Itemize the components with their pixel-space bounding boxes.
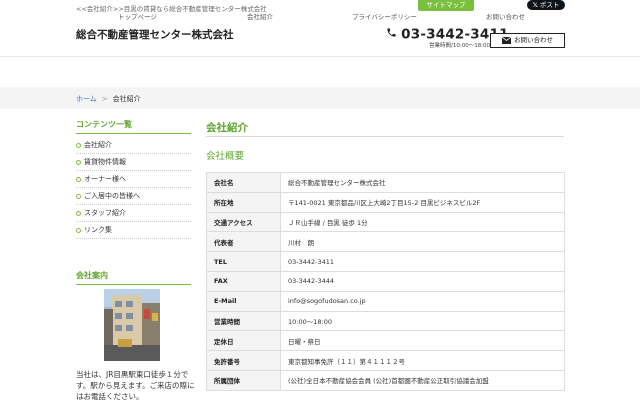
breadcrumb-home[interactable]: ホーム xyxy=(76,95,97,103)
building-photo xyxy=(104,289,160,361)
table-row: 営業時間 10:00〜18:00 xyxy=(206,310,565,332)
table-row: 所属団体 (公社)全日本不動産協会会員 (公社)首都圏不動産公正取引協議会加盟 xyxy=(206,369,565,391)
row-value: 03-3442-3411 xyxy=(280,251,565,272)
row-value: 総合不動産管理センター株式会社 xyxy=(280,172,565,193)
sidebar-item-label: オーナー様へ xyxy=(84,175,126,183)
sidebar-item-label: 賃貸物件情報 xyxy=(84,158,126,166)
sidebar-item-label: 会社紹介 xyxy=(84,141,112,149)
table-row: 所在地 〒141-0021 東京都品川区上大崎2丁目15-2 目黒ビジネスビル2F xyxy=(206,191,565,213)
page-title: 会社紹介 xyxy=(206,122,248,134)
row-label: 代表者 xyxy=(206,231,281,253)
row-label: 免許番号 xyxy=(206,350,281,371)
sidebar-item-label: リンク集 xyxy=(84,226,112,234)
company-info-table: 会社名 総合不動産管理センター株式会社 所在地 〒141-0021 東京都品川区上大… xyxy=(206,172,565,391)
contents-heading: コンテンツ一覧 xyxy=(76,120,132,129)
table-row: 交通アクセス ＪＲ山手線 / 目黒 徒歩 1分 xyxy=(206,211,565,233)
breadcrumb: ホーム > 会社紹介 xyxy=(76,94,141,104)
sidebar-item-links[interactable]: リンク集 xyxy=(76,222,191,239)
breadcrumb-current: 会社紹介 xyxy=(112,95,141,103)
row-label: 所在地 xyxy=(206,191,281,213)
page-title-rule xyxy=(206,136,564,137)
nav-item-company[interactable]: 会社紹介 xyxy=(247,11,273,21)
row-value: 10:00〜18:00 xyxy=(280,310,565,332)
business-hours: 営業時間/10:00〜18:00 xyxy=(429,43,491,49)
nav-item-top[interactable]: トップページ xyxy=(118,11,157,21)
x-post-button[interactable]: 𝕏 ポスト xyxy=(527,0,565,10)
company-guide-heading: 会社案内 xyxy=(76,271,108,280)
bullet-icon xyxy=(76,159,81,165)
contact-label: お問い合わせ xyxy=(514,36,553,44)
row-value: (公社)全日本不動産協会会員 (公社)首都圏不動産公正取引協議会加盟 xyxy=(280,369,565,391)
bullet-icon xyxy=(76,210,81,216)
sitemap-button[interactable]: サイトマップ xyxy=(418,0,474,11)
bullet-icon xyxy=(76,142,81,148)
site-title[interactable]: 総合不動産管理センター株式会社 xyxy=(76,27,234,42)
company-guide-text: 当社は、JR目黒駅東口徒歩１分です。駅から見えます。ご来店の際にはお電話ください… xyxy=(76,370,195,401)
row-value: 日曜・祭日 xyxy=(280,330,565,352)
table-row: TEL 03-3442-3411 xyxy=(206,251,565,272)
breadcrumb-separator: > xyxy=(101,95,108,103)
row-value: 〒141-0021 東京都品川区上大崎2丁目15-2 目黒ビジネスビル2F xyxy=(280,191,565,213)
sidebar-item-residents[interactable]: ご入居中の皆様へ xyxy=(76,188,191,205)
x-logo-icon: 𝕏 xyxy=(532,1,538,9)
table-row: 会社名 総合不動産管理センター株式会社 xyxy=(206,172,565,193)
sidebar-item-staff[interactable]: スタッフ紹介 xyxy=(76,205,191,222)
table-row: FAX 03-3442-3444 xyxy=(206,270,565,292)
row-label: E-Mail xyxy=(206,290,281,312)
table-row: E-Mail info@sogofudosan.co.jp xyxy=(206,290,565,312)
row-label: 交通アクセス xyxy=(206,211,281,233)
table-row: 代表者 川村 朗 xyxy=(206,231,565,253)
table-row: 定休日 日曜・祭日 xyxy=(206,330,565,352)
bullet-icon xyxy=(76,227,81,233)
row-label: 会社名 xyxy=(206,172,281,193)
x-post-label: ポスト xyxy=(539,1,560,9)
row-label: 所属団体 xyxy=(206,369,281,391)
bullet-icon xyxy=(76,176,81,182)
contact-button[interactable]: お問い合わせ xyxy=(490,33,565,48)
phone-icon xyxy=(386,27,401,42)
top-note: <<会社紹介>>目黒の賃貸なら総合不動産管理センター株式会社 xyxy=(76,5,267,13)
row-value[interactable]: info@sogofudosan.co.jp xyxy=(280,290,565,312)
row-label: 定休日 xyxy=(206,330,281,352)
contents-heading-rule xyxy=(76,133,191,134)
sidebar-item-label: ご入居中の皆様へ xyxy=(84,192,140,200)
sidebar-item-company[interactable]: 会社紹介 xyxy=(76,137,191,154)
bullet-icon xyxy=(76,193,81,199)
row-label: TEL xyxy=(206,251,281,272)
sidebar-item-rentals[interactable]: 賃貸物件情報 xyxy=(76,154,191,171)
sidebar-item-owners[interactable]: オーナー様へ xyxy=(76,171,191,188)
section-title: 会社概要 xyxy=(206,151,245,162)
company-guide-rule xyxy=(76,284,191,285)
mail-icon xyxy=(501,36,512,44)
row-value: ＪＲ山手線 / 目黒 徒歩 1分 xyxy=(280,211,565,233)
sidebar-item-label: スタッフ紹介 xyxy=(84,209,126,217)
row-value: 03-3442-3444 xyxy=(280,270,565,292)
row-label: FAX xyxy=(206,270,281,292)
global-nav xyxy=(0,56,640,88)
row-value: 川村 朗 xyxy=(280,231,565,253)
nav-item-contact[interactable]: お問い合わせ xyxy=(486,11,525,21)
table-row: 免許番号 東京都知事免許（１１）第４１１１２号 xyxy=(206,350,565,371)
nav-item-privacy[interactable]: プライバシーポリシー xyxy=(352,11,417,21)
row-label: 営業時間 xyxy=(206,310,281,332)
row-value: 東京都知事免許（１１）第４１１１２号 xyxy=(280,350,565,371)
